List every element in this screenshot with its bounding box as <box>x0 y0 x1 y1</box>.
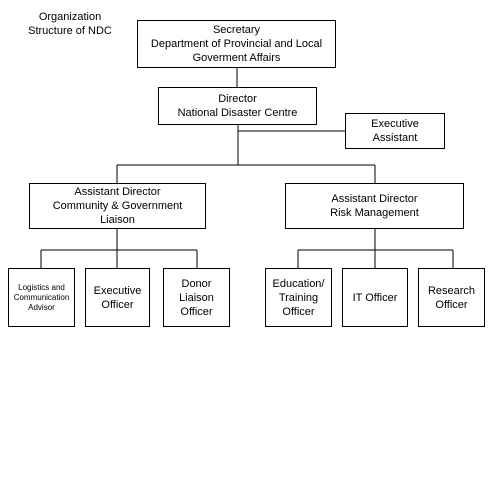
executive-officer-box[interactable]: Executive Officer <box>85 268 150 327</box>
executive-assistant-box[interactable]: Executive Assistant <box>345 113 445 149</box>
it-officer-box-label: IT Officer <box>352 291 398 304</box>
executive-assistant-box-label: Executive Assistant <box>371 118 419 144</box>
assistant-director-community-box-label: Assistant Director Community & Governmen… <box>52 186 183 226</box>
director-box[interactable]: Director National Disaster Centre <box>158 87 317 125</box>
donor-liaison-officer-box-label: Donor Liaison Officer <box>179 277 214 318</box>
chart-title: Organization Structure of NDC <box>28 11 112 37</box>
logistics-communication-advisor-box-label: Logistics and Communication Advisor <box>13 282 70 312</box>
org-chart-canvas: Organization Structure of NDC Secretary … <box>0 0 500 500</box>
connector-layer <box>40 68 454 268</box>
assistant-director-risk-box[interactable]: Assistant Director Risk Management <box>285 183 464 229</box>
it-officer-box[interactable]: IT Officer <box>342 268 408 327</box>
donor-liaison-officer-box[interactable]: Donor Liaison Officer <box>163 268 230 327</box>
secretary-box-label: Secretary Department of Provincial and L… <box>150 24 323 64</box>
executive-officer-box-label: Executive Officer <box>93 284 142 311</box>
education-training-officer-box-label: Education/ Training Officer <box>272 277 325 318</box>
secretary-box[interactable]: Secretary Department of Provincial and L… <box>137 20 336 68</box>
education-training-officer-box[interactable]: Education/ Training Officer <box>265 268 332 327</box>
research-officer-box[interactable]: Research Officer <box>418 268 485 327</box>
logistics-communication-advisor-box[interactable]: Logistics and Communication Advisor <box>8 268 75 327</box>
director-box-label: Director National Disaster Centre <box>177 93 298 119</box>
research-officer-box-label: Research Officer <box>427 284 476 311</box>
assistant-director-community-box[interactable]: Assistant Director Community & Governmen… <box>29 183 206 229</box>
assistant-director-risk-box-label: Assistant Director Risk Management <box>330 193 419 219</box>
